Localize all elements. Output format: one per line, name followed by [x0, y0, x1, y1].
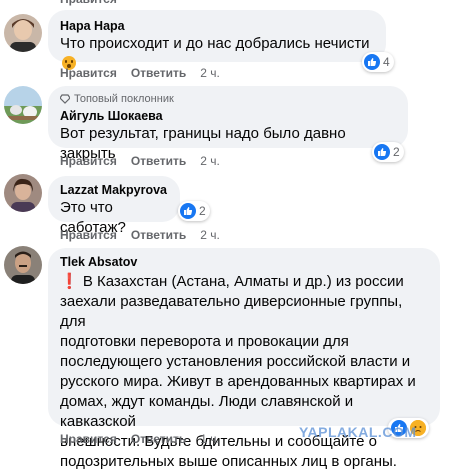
reaction-count[interactable]: 2 [372, 142, 404, 162]
comment-bubble: Tlek Absatov ❗ В Казахстан (Астана, Алма… [48, 248, 440, 470]
comment-text-line: подозрительных выше описанных лиц в орга… [60, 453, 397, 470]
comment-text-line: заехали разведавательно диверсионные гру… [60, 293, 403, 330]
comment-text-line: последующего установления российской вла… [60, 353, 411, 370]
comment-author[interactable]: Tlek Absatov [60, 254, 428, 270]
reaction-number: 2 [199, 204, 206, 218]
comment-author[interactable]: Нара Нара [60, 18, 374, 34]
avatar[interactable] [4, 174, 42, 212]
like-icon [364, 54, 380, 70]
avatar[interactable] [4, 14, 42, 52]
like-icon [180, 203, 196, 219]
avatar[interactable] [4, 86, 42, 124]
badge-label: Топовый поклонник [74, 93, 174, 105]
comment-bubble: Нара Нара Что происходит и до нас добрал… [48, 10, 386, 70]
comment-actions: Нравится Ответить 2 ч. [60, 227, 220, 243]
like-icon [374, 144, 390, 160]
reply-link[interactable]: Ответить [131, 65, 186, 81]
reply-link[interactable]: Ответить [131, 153, 186, 169]
like-link[interactable]: Нравится [60, 65, 117, 81]
comment-bubble: Lazzat Makpyrova Это что саботаж? [48, 176, 180, 236]
avatar[interactable] [4, 246, 42, 284]
comment-actions: Нравится Ответить 2 ч. [60, 153, 220, 169]
like-link[interactable]: Нравится [60, 431, 117, 447]
timestamp[interactable]: 2 ч. [200, 153, 220, 169]
like-link[interactable]: Нравится [60, 153, 117, 169]
like-link[interactable]: Нравится [60, 227, 117, 243]
timestamp[interactable]: 1 ч. [200, 431, 220, 447]
timestamp[interactable]: 2 ч. [200, 65, 220, 81]
comment-text-line: русского мира. Живут в арендованных квар… [60, 373, 416, 390]
reaction-count[interactable]: 4 [362, 52, 394, 72]
timestamp[interactable]: 2 ч. [200, 227, 220, 243]
comment-actions: Нравится Ответить 2 ч. [60, 65, 220, 81]
comment-author[interactable]: Lazzat Makpyrova [60, 182, 168, 198]
reaction-number: 4 [383, 55, 390, 69]
comment-actions: Нравится Ответить 1 ч. [60, 431, 220, 447]
reply-link[interactable]: Ответить [131, 227, 186, 243]
comment-author[interactable]: Айгуль Шокаева [60, 108, 396, 124]
reaction-number: 2 [393, 145, 400, 159]
comment-text-line: подготовки переворота и провокации для [60, 333, 349, 350]
comment-bubble: Топовый поклонник Айгуль Шокаева Вот рез… [48, 86, 408, 162]
watermark: YAPLAKAL.COM [299, 424, 417, 440]
reply-link[interactable]: Ответить [131, 431, 186, 447]
diamond-icon [60, 94, 70, 104]
top-fan-badge: Топовый поклонник [60, 92, 396, 106]
reaction-count[interactable]: 2 [178, 201, 210, 221]
previous-actions-partial: Нравится [0, 0, 467, 6]
comment-text-line: ❗ В Казахстан (Астана, Алматы и др.) из … [60, 273, 404, 290]
like-link[interactable]: Нравится [60, 0, 117, 6]
